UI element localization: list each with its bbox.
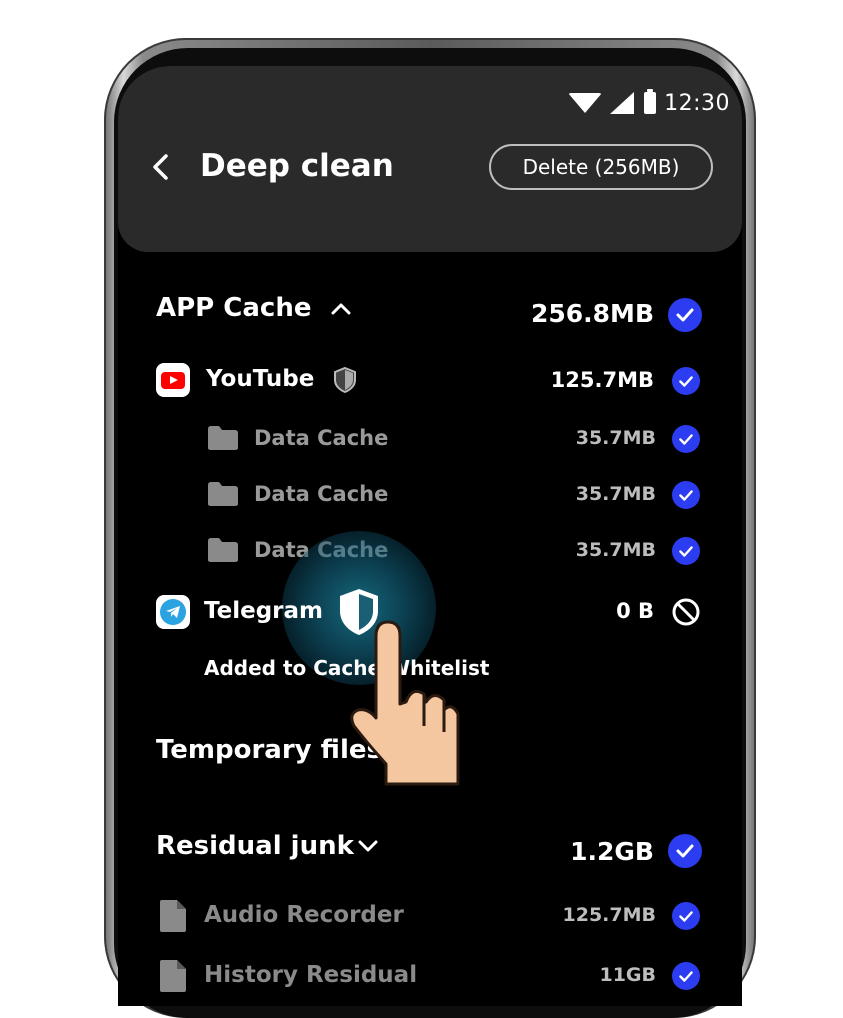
file-icon: [159, 899, 187, 937]
telegram-icon: [156, 595, 190, 629]
sub-item-checkbox[interactable]: [672, 481, 700, 509]
sub-item-size: 35.7MB: [575, 483, 656, 505]
youtube-icon: [156, 363, 190, 397]
phone-screen: 12:30 Deep clean Delete (256MB) APP Cach…: [118, 66, 742, 1006]
folder-icon: [207, 481, 239, 511]
app-header: 12:30 Deep clean Delete (256MB): [118, 66, 742, 252]
sub-item-size: 35.7MB: [575, 427, 656, 449]
section-title-app-cache[interactable]: APP Cache: [156, 293, 311, 323]
pointing-hand-icon: [346, 614, 466, 798]
residual-item-label: Audio Recorder: [204, 902, 404, 928]
app-name-telegram: Telegram: [204, 598, 324, 624]
residual-item-checkbox[interactable]: [672, 962, 700, 990]
sub-item-label: Data Cache: [254, 482, 389, 506]
residual-item-checkbox[interactable]: [672, 902, 700, 930]
residual-item-size: 11GB: [599, 964, 656, 986]
page-title: Deep clean: [200, 148, 394, 184]
signal-icon: [610, 92, 635, 114]
youtube-size: 125.7MB: [550, 368, 654, 392]
status-time: 12:30: [664, 90, 730, 116]
status-bar: 12:30: [568, 88, 730, 118]
section-title-residual-junk[interactable]: Residual junk: [156, 831, 354, 861]
battery-icon: [644, 89, 657, 114]
app-cache-size: 256.8MB: [530, 299, 654, 328]
sub-item-label: Data Cache: [254, 426, 389, 450]
chevron-down-icon[interactable]: [356, 837, 380, 859]
telegram-size: 0 B: [616, 599, 654, 623]
file-icon: [159, 959, 187, 997]
blocked-icon[interactable]: [671, 597, 701, 631]
app-cache-checkbox[interactable]: [668, 298, 702, 332]
residual-junk-checkbox[interactable]: [668, 834, 702, 868]
shield-outline-icon[interactable]: [333, 366, 357, 398]
residual-junk-size: 1.2GB: [570, 837, 654, 866]
back-arrow-icon[interactable]: [150, 152, 172, 182]
residual-item-size: 125.7MB: [562, 904, 657, 926]
residual-item-label: History Residual: [204, 962, 418, 988]
sub-item-checkbox[interactable]: [672, 537, 700, 565]
app-name-youtube: YouTube: [206, 366, 315, 392]
folder-icon: [207, 425, 239, 455]
youtube-checkbox[interactable]: [672, 367, 700, 395]
folder-icon: [207, 537, 239, 567]
wifi-icon: [568, 93, 603, 113]
delete-button[interactable]: Delete (256MB): [489, 144, 713, 190]
sub-item-size: 35.7MB: [575, 539, 656, 561]
chevron-up-icon[interactable]: [329, 300, 353, 322]
sub-item-checkbox[interactable]: [672, 425, 700, 453]
